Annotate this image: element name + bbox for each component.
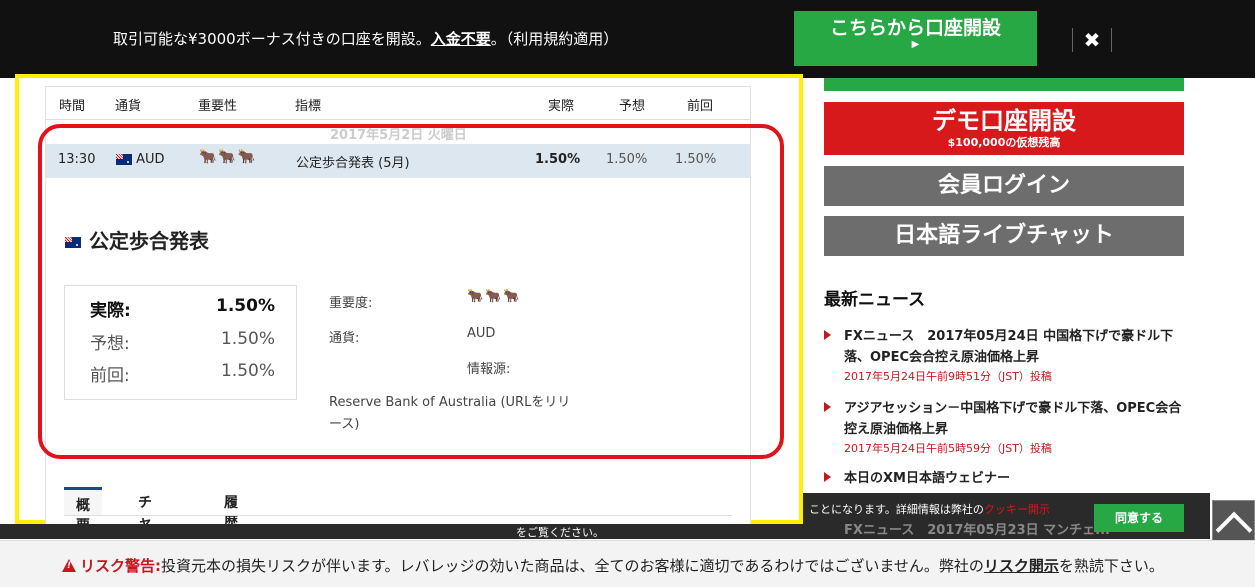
- triangle-right-icon: [824, 402, 831, 412]
- news-item[interactable]: FXニュース 2017年05月24日 中国格下げで豪ドル下落、OPEC会合控え原…: [824, 326, 1194, 386]
- play-arrow-icon: ▶: [911, 39, 920, 50]
- tab-overview[interactable]: 概要: [64, 487, 102, 534]
- promo-terms: 。（利用規約適用）: [490, 30, 619, 48]
- risk-message: 投資元本の損失リスクが伴います。レバレッジの効いた商品は、全てのお客様に適切であ…: [161, 557, 984, 575]
- stat-label: 予想:: [90, 334, 130, 354]
- stat-forecast: 予想: 1.50%: [90, 329, 275, 361]
- importance-label: 重要度:: [329, 296, 373, 311]
- tab-chart[interactable]: チャート: [126, 487, 164, 571]
- risk-disclosure-link[interactable]: リスク開示: [984, 557, 1059, 575]
- risk-warning-text: リスク警告:投資元本の損失リスクが伴います。レバレッジの効いた商品は、全てのお客…: [62, 555, 1164, 576]
- header-importance: 重要性: [198, 99, 238, 114]
- news-date: 2017年5月24日午前9時51分（JST）投稿: [844, 370, 1052, 383]
- promo-text: 取引可能な¥3000ボーナス付きの口座を開設。入金不要。（利用規約適用）: [113, 28, 618, 49]
- australia-flag-icon: [65, 237, 81, 248]
- news-section-title: 最新ニュース: [824, 290, 926, 310]
- cookie-bar-left: をご覧ください。: [0, 524, 803, 539]
- cookie-text-continued: をご覧ください。: [516, 526, 604, 539]
- news-headline[interactable]: アジアセッション－中国格下げで豪ドル下落、OPEC会合控え原油価格上昇: [844, 398, 1194, 440]
- calendar-header-row: 時間 通貨 重要性 指標 実際 予想 前回: [45, 86, 751, 120]
- promo-no-deposit-link[interactable]: 入金不要: [431, 30, 491, 48]
- demo-account-label: デモ口座開設: [932, 107, 1076, 135]
- news-date: 2017年5月24日午前5時59分（JST）投稿: [844, 442, 1052, 455]
- tab-history[interactable]: 履歴: [212, 487, 250, 531]
- risk-warning-bar: リスク警告:投資元本の損失リスクが伴います。レバレッジの効いた商品は、全てのお客…: [0, 540, 1255, 587]
- partially-hidden-news: FXニュース 2017年05月23日 マンチェ...: [844, 523, 1110, 538]
- header-indicator: 指標: [295, 99, 322, 114]
- close-icon[interactable]: ✖: [1072, 28, 1112, 52]
- header-previous: 前回: [687, 99, 714, 114]
- open-account-label: こちらから口座開設: [829, 17, 1001, 39]
- header-currency: 通貨: [115, 99, 142, 114]
- stat-previous: 前回: 1.50%: [90, 361, 275, 393]
- header-actual: 実際: [548, 99, 575, 114]
- event-title-text: 公定歩合発表: [89, 229, 209, 253]
- stat-actual: 実際: 1.50%: [90, 296, 275, 328]
- stat-label: 実際:: [90, 301, 131, 321]
- tab-divider: [64, 515, 732, 516]
- news-item[interactable]: 本日のXM日本語ウェビナー: [824, 468, 1194, 489]
- event-title: 公定歩合発表: [65, 225, 209, 254]
- cookie-policy-link[interactable]: クッキー開示: [984, 503, 1050, 516]
- triangle-right-icon: [824, 330, 831, 340]
- currency-label: 通貨:: [329, 331, 360, 346]
- source-label: 情報源:: [467, 362, 511, 377]
- risk-label: リスク警告:: [80, 557, 161, 575]
- demo-account-button[interactable]: デモ口座開設 $100,000の仮想残高: [824, 102, 1184, 155]
- risk-tail: を熟読下さい。: [1058, 557, 1164, 575]
- event-stats-box: 実際: 1.50% 予想: 1.50% 前回: 1.50%: [64, 285, 297, 400]
- promo-bar: 取引可能な¥3000ボーナス付きの口座を開設。入金不要。（利用規約適用） こちら…: [0, 0, 1255, 78]
- header-forecast: 予想: [619, 99, 646, 114]
- header-time: 時間: [59, 99, 86, 114]
- cookie-agree-button[interactable]: 同意する: [1094, 504, 1184, 532]
- currency-value: AUD: [467, 326, 496, 341]
- triangle-right-icon: [824, 472, 831, 482]
- source-link[interactable]: Reserve Bank of Australia (URLをリリース): [329, 392, 579, 436]
- stat-label: 前回:: [90, 366, 130, 386]
- promo-main: 取引可能な¥3000ボーナス付きの口座を開設。: [113, 30, 431, 48]
- page-root: 取引可能な¥3000ボーナス付きの口座を開設。入金不要。（利用規約適用） こちら…: [0, 0, 1255, 587]
- stat-value: 1.50%: [220, 329, 275, 349]
- warning-icon: [62, 559, 76, 572]
- news-headline[interactable]: 本日のXM日本語ウェビナー: [844, 468, 1194, 489]
- demo-account-sublabel: $100,000の仮想残高: [947, 136, 1061, 149]
- member-login-button[interactable]: 会員ログイン: [824, 166, 1184, 206]
- live-chat-button[interactable]: 日本語ライブチャット: [824, 216, 1184, 256]
- open-account-button[interactable]: こちらから口座開設 ▶: [794, 11, 1037, 66]
- news-item[interactable]: アジアセッション－中国格下げで豪ドル下落、OPEC会合控え原油価格上昇 2017…: [824, 398, 1194, 458]
- news-headline[interactable]: FXニュース 2017年05月24日 中国格下げで豪ドル下落、OPEC会合控え原…: [844, 326, 1194, 368]
- bull-importance-icon: 🐂🐂🐂: [467, 289, 522, 304]
- stat-value: 1.50%: [220, 361, 275, 381]
- cookie-text: ことになります。詳細情報は弊社のクッキー開示: [809, 501, 1050, 517]
- green-strip: [824, 78, 1184, 91]
- stat-value: 1.50%: [216, 296, 275, 316]
- cookie-message: ことになります。詳細情報は弊社の: [809, 503, 984, 516]
